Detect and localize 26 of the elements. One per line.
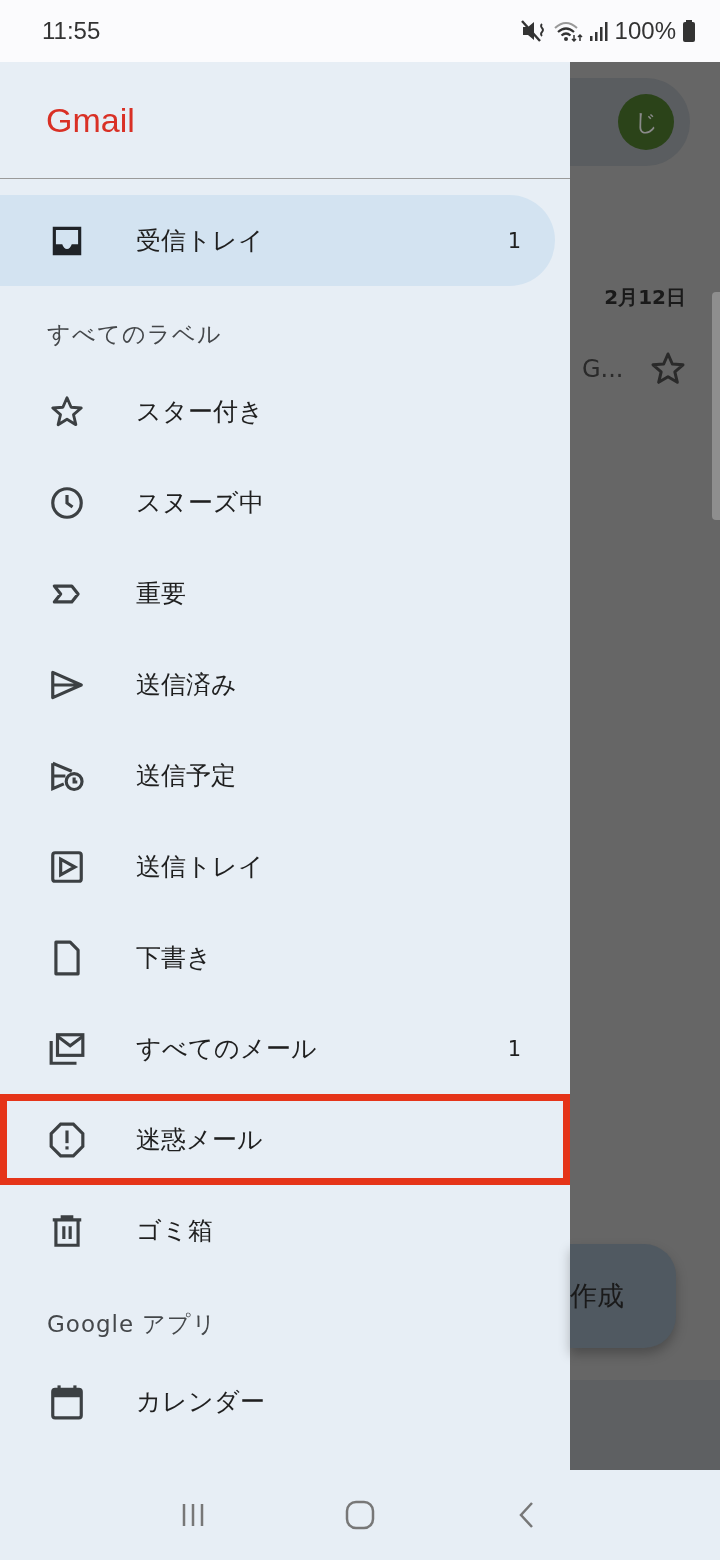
drawer-item[interactable]: ゴミ箱: [0, 1185, 555, 1276]
drawer-item[interactable]: スヌーズ中: [0, 457, 555, 548]
drawer-item[interactable]: 送信予定: [0, 730, 555, 821]
warning-octagon-icon: [48, 1120, 86, 1159]
date-label: 2月12日: [604, 284, 686, 311]
signal-icon: [588, 20, 609, 42]
calendar-icon: [48, 1382, 86, 1421]
mute-icon: [520, 19, 547, 43]
drawer-item[interactable]: スター付き: [0, 366, 555, 457]
status-time: 11:55: [42, 17, 101, 45]
drawer-item[interactable]: 送信トレイ: [0, 821, 555, 912]
battery-level: 100%: [614, 17, 676, 45]
drawer-item[interactable]: すべてのメール 1: [0, 1003, 555, 1094]
drawer-item[interactable]: 迷惑メール: [0, 1094, 570, 1185]
drawer-item[interactable]: 下書き: [0, 912, 555, 1003]
gmail-logo: Gmail: [46, 100, 135, 140]
section-header: すべてのラベル: [46, 319, 223, 349]
drawer-item[interactable]: 送信済み: [0, 639, 555, 730]
drawer-item[interactable]: 受信トレイ 1: [0, 195, 555, 286]
drawer-item[interactable]: 重要: [0, 548, 555, 639]
drawer-item[interactable]: カレンダー: [0, 1356, 555, 1447]
battery-icon: [682, 19, 696, 43]
wifi-icon: [552, 19, 583, 43]
section-header: Google アプリ: [46, 1309, 219, 1339]
home-icon[interactable]: [344, 1499, 376, 1531]
sender-name: G...: [582, 355, 624, 383]
